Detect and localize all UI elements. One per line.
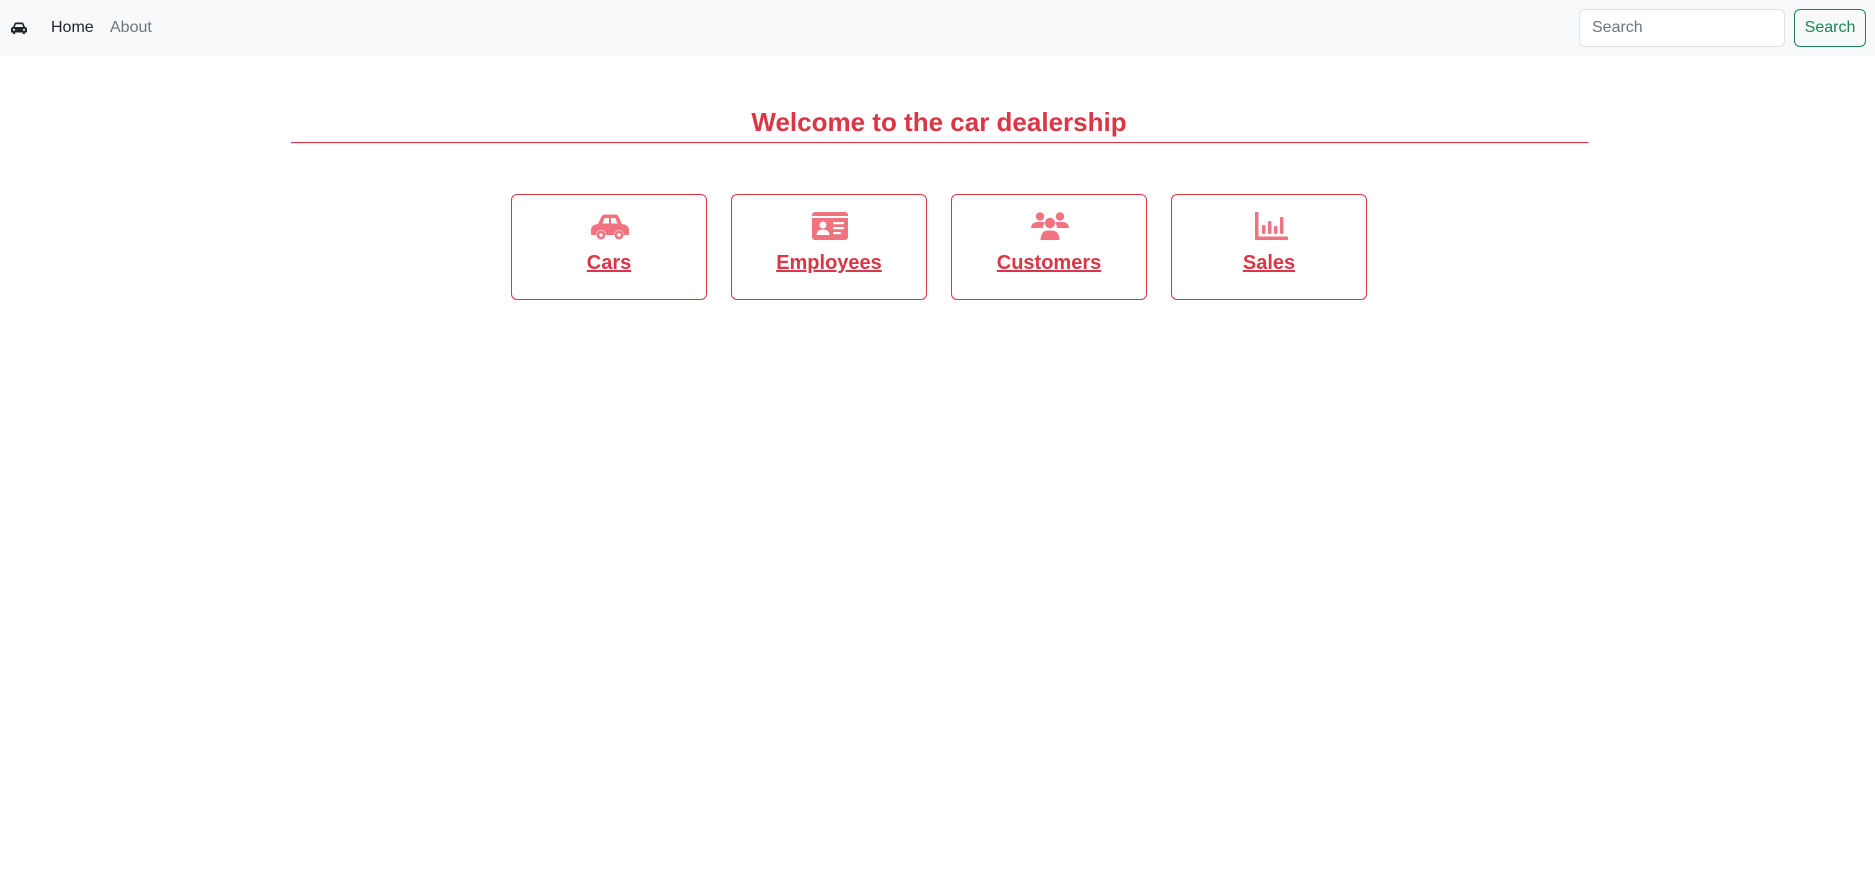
card-sales[interactable]: Sales xyxy=(1171,194,1367,300)
title-divider xyxy=(291,142,1589,144)
card-label-employees: Employees xyxy=(776,252,882,274)
users-icon xyxy=(1031,212,1069,240)
top-navbar: Home About Search xyxy=(0,0,1875,56)
page-title: Welcome to the car dealership xyxy=(751,107,1127,137)
nav-link-about[interactable]: About xyxy=(110,18,152,38)
card-cars[interactable]: Cars xyxy=(511,194,707,300)
card-label-cars: Cars xyxy=(586,252,632,274)
car-icon xyxy=(591,214,629,240)
card-employees[interactable]: Employees xyxy=(731,194,927,300)
nav-link-home[interactable]: Home xyxy=(51,18,94,38)
search-button[interactable]: Search xyxy=(1794,9,1866,47)
card-customers[interactable]: Customers xyxy=(951,194,1147,300)
search-input[interactable] xyxy=(1579,9,1785,47)
card-label-customers: Customers xyxy=(996,252,1102,274)
car-icon xyxy=(11,22,27,34)
id-card-icon xyxy=(812,212,848,240)
bar-chart-icon xyxy=(1255,212,1288,240)
brand-link[interactable] xyxy=(10,20,28,36)
card-label-sales: Sales xyxy=(1242,252,1296,274)
